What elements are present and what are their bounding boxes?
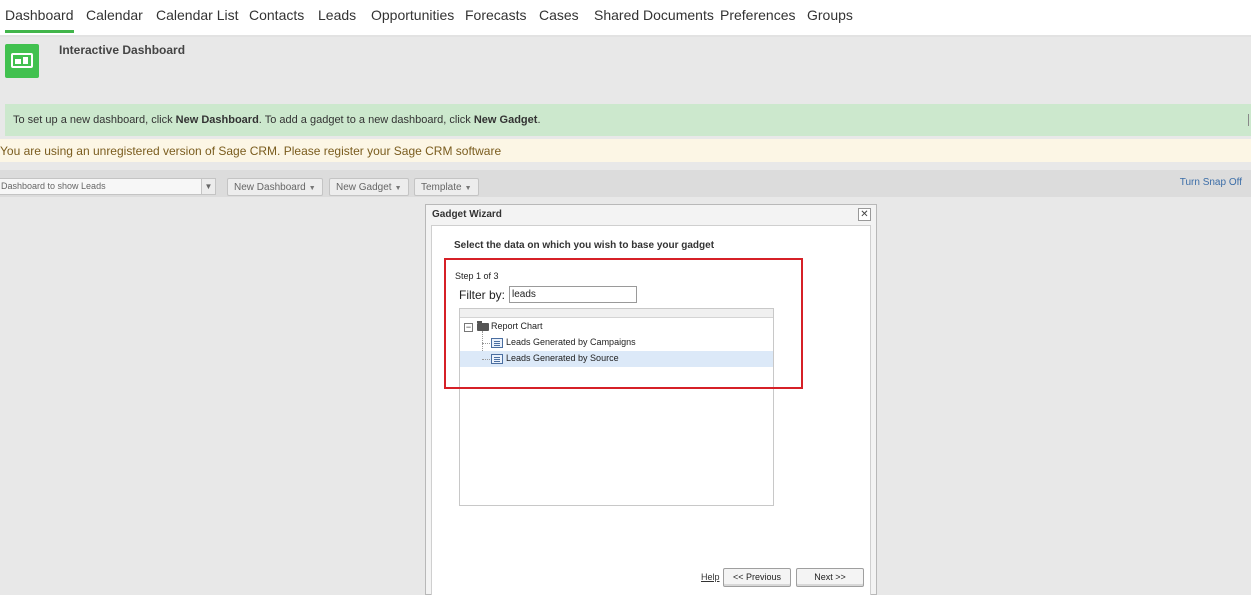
previous-button[interactable]: << Previous: [723, 568, 791, 587]
tab-opportunities[interactable]: Opportunities: [371, 7, 454, 23]
info-bold-new-gadget: New Gadget: [473, 114, 538, 126]
tab-calendar[interactable]: Calendar: [86, 7, 143, 23]
tab-contacts[interactable]: Contacts: [249, 7, 304, 23]
wizard-instruction: Select the data on which you wish to bas…: [454, 240, 715, 251]
info-text-1: To set up a new dashboard, click: [13, 114, 176, 126]
info-text-3: .: [537, 114, 541, 126]
dashboard-select-value: Dashboard to show Leads: [1, 181, 106, 191]
tab-forecasts[interactable]: Forecasts: [465, 7, 526, 23]
dialog-title: Gadget Wizard: [432, 209, 502, 220]
tab-calendar-list[interactable]: Calendar List: [156, 7, 239, 23]
folder-icon: [477, 321, 489, 331]
dashboard-select[interactable]: Dashboard to show Leads ▼: [0, 178, 216, 195]
collapse-icon[interactable]: −: [464, 323, 473, 332]
caret-down-icon: ▼: [308, 185, 316, 192]
warning-text: You are using an unregistered version of…: [0, 144, 502, 158]
filter-input[interactable]: [509, 286, 637, 303]
step-indicator: Step 1 of 3: [455, 271, 499, 281]
dashboard-toolbar: Dashboard to show Leads ▼ New Dashboard ▼…: [0, 170, 1251, 197]
chevron-down-icon[interactable]: ▼: [201, 179, 215, 194]
dashboard-icon: [5, 44, 39, 78]
top-navigation: Dashboard Calendar Calendar List Contact…: [0, 0, 1251, 37]
tree-item-leads-by-source[interactable]: Leads Generated by Source: [460, 351, 773, 367]
tab-leads[interactable]: Leads: [318, 7, 356, 23]
info-text-2: . To add a gadget to a new dashboard, cl…: [258, 114, 474, 126]
tree-connector: [482, 343, 490, 344]
tab-groups[interactable]: Groups: [807, 7, 853, 23]
new-dashboard-button[interactable]: New Dashboard ▼: [227, 178, 323, 196]
tab-preferences[interactable]: Preferences: [720, 7, 795, 23]
close-icon[interactable]: ✕: [858, 208, 871, 221]
next-button[interactable]: Next >>: [796, 568, 864, 587]
tree-item-label: Leads Generated by Campaigns: [506, 337, 636, 347]
report-chart-icon: [491, 354, 503, 364]
tab-shared-documents[interactable]: Shared Documents: [594, 7, 714, 23]
registration-warning: You are using an unregistered version of…: [0, 139, 1251, 162]
report-chart-icon: [491, 338, 503, 348]
tree-item-label: Leads Generated by Source: [506, 353, 619, 363]
tab-dashboard[interactable]: Dashboard: [5, 7, 74, 33]
filter-label: Filter by:: [459, 288, 506, 302]
gadget-wizard-dialog: Gadget Wizard ✕ Select the data on which…: [425, 204, 877, 595]
dialog-body: Select the data on which you wish to bas…: [431, 225, 871, 595]
tree-folder-report-chart[interactable]: − Report Chart: [460, 319, 773, 335]
caret-down-icon: ▼: [394, 185, 402, 192]
tab-cases[interactable]: Cases: [539, 7, 579, 23]
tree-header: [460, 309, 773, 318]
info-bold-new-dashboard: New Dashboard: [175, 114, 259, 126]
page-title: Interactive Dashboard: [59, 43, 186, 57]
template-label: Template: [421, 182, 462, 193]
info-message: To set up a new dashboard, click New Das…: [5, 104, 1251, 136]
new-gadget-button[interactable]: New Gadget ▼: [329, 178, 409, 196]
help-link[interactable]: Help: [701, 572, 720, 582]
data-source-tree: − Report Chart Leads Generated by Campai…: [459, 308, 774, 506]
tree-connector: [482, 359, 490, 360]
tree-item-leads-by-campaigns[interactable]: Leads Generated by Campaigns: [460, 335, 773, 351]
caret-down-icon: ▼: [464, 185, 472, 192]
new-gadget-label: New Gadget: [336, 182, 392, 193]
tree-folder-label: Report Chart: [491, 321, 543, 331]
template-button[interactable]: Template ▼: [414, 178, 479, 196]
page-header: Interactive Dashboard: [0, 37, 1251, 103]
turn-snap-off-link[interactable]: Turn Snap Off: [1180, 177, 1242, 188]
new-dashboard-label: New Dashboard: [234, 182, 306, 193]
